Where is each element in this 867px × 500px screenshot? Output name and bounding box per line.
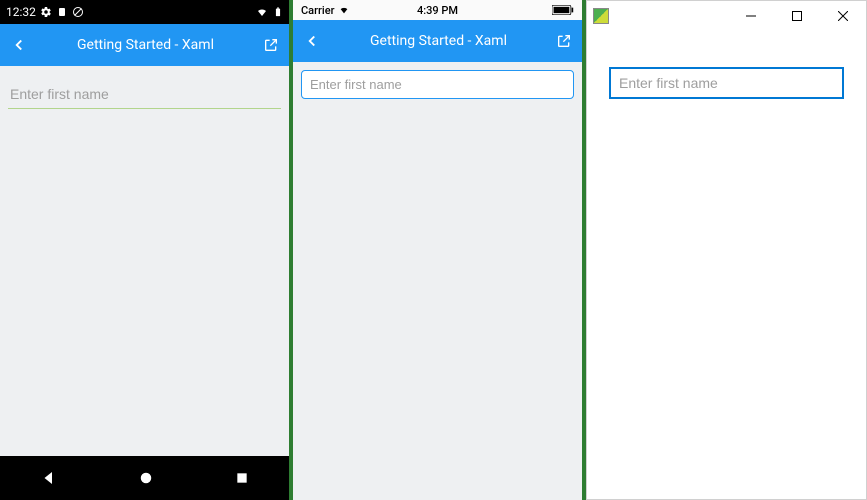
nav-recent-icon[interactable] xyxy=(234,470,250,486)
minimize-button[interactable] xyxy=(728,1,774,31)
back-icon[interactable] xyxy=(303,32,321,50)
android-statusbar: 12:32 xyxy=(0,0,289,24)
windows-content xyxy=(587,31,866,499)
ios-device: Carrier 4:39 PM Getting Started - Xaml xyxy=(293,0,582,500)
nav-home-icon[interactable] xyxy=(137,469,155,487)
android-time: 12:32 xyxy=(6,5,36,19)
page-title: Getting Started - Xaml xyxy=(321,33,556,49)
windows-titlebar xyxy=(587,1,866,31)
no-icon xyxy=(72,6,84,18)
battery-icon xyxy=(552,5,574,15)
ios-time: 4:39 PM xyxy=(417,4,458,17)
ios-statusbar: Carrier 4:39 PM xyxy=(293,0,582,20)
window-controls xyxy=(728,1,866,31)
maximize-button[interactable] xyxy=(774,1,820,31)
nav-back-icon[interactable] xyxy=(40,469,58,487)
firstname-field[interactable] xyxy=(8,78,281,109)
input-underline xyxy=(8,108,281,109)
android-navbar xyxy=(0,456,289,500)
firstname-input[interactable] xyxy=(301,70,574,99)
debug-icon xyxy=(56,6,68,18)
carrier-label: Carrier xyxy=(301,4,334,17)
android-topbar: Getting Started - Xaml xyxy=(0,24,289,66)
battery-icon xyxy=(273,5,283,19)
windows-device xyxy=(586,0,867,500)
external-link-icon[interactable] xyxy=(263,37,279,53)
android-content xyxy=(0,66,289,456)
page-title: Getting Started - Xaml xyxy=(28,37,263,53)
external-link-icon[interactable] xyxy=(556,33,572,49)
back-icon[interactable] xyxy=(10,36,28,54)
firstname-input[interactable] xyxy=(8,78,281,108)
wifi-icon xyxy=(255,6,269,18)
gear-icon xyxy=(40,6,52,18)
close-button[interactable] xyxy=(820,1,866,31)
wifi-icon xyxy=(338,5,350,15)
ios-content xyxy=(293,62,582,500)
app-icon xyxy=(593,8,609,24)
firstname-input[interactable] xyxy=(609,67,844,99)
ios-topbar: Getting Started - Xaml xyxy=(293,20,582,62)
android-device: 12:32 Getting Started - Xaml xyxy=(0,0,289,500)
